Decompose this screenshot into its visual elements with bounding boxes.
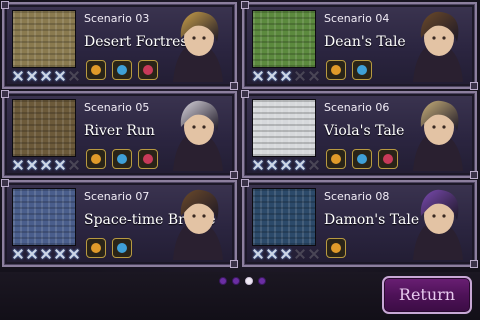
- map-thumbnail: [252, 10, 316, 68]
- return-button[interactable]: Return: [382, 276, 472, 314]
- sword-icon: [266, 70, 279, 82]
- ice-medal-icon: [112, 238, 132, 258]
- medal-row: [326, 60, 372, 80]
- sword-icon: [280, 159, 293, 171]
- sword-icon: [252, 248, 265, 260]
- sword-icon: [266, 248, 279, 260]
- ice-medal-icon: [352, 149, 372, 169]
- map-thumbnail: [12, 188, 76, 246]
- fire-medal-icon: [86, 238, 106, 258]
- sword-icon: [54, 159, 67, 171]
- sword-icon: [26, 70, 39, 82]
- character-portrait: [173, 100, 223, 171]
- magic-medal-icon: [138, 60, 158, 80]
- ice-medal-icon: [112, 149, 132, 169]
- magic-medal-icon: [378, 149, 398, 169]
- sword-icon: [40, 70, 53, 82]
- sword-icon: [294, 70, 307, 82]
- scenario-number: Scenario 04: [324, 12, 390, 25]
- scenario-card[interactable]: Scenario 04 Dean's Tale: [241, 1, 478, 90]
- medal-row: [86, 149, 158, 169]
- medal-row: [326, 149, 398, 169]
- scenario-select-screen: Scenario 03 Desert Fortress Scenario 04 …: [0, 0, 480, 320]
- character-portrait: [413, 189, 463, 260]
- map-thumbnail: [12, 99, 76, 157]
- map-thumbnail: [252, 99, 316, 157]
- medal-row: [86, 60, 158, 80]
- map-thumbnail: [252, 188, 316, 246]
- sword-icon: [280, 248, 293, 260]
- page-dot[interactable]: [232, 277, 240, 285]
- fire-medal-icon: [326, 149, 346, 169]
- scenario-card[interactable]: Scenario 06 Viola's Tale: [241, 90, 478, 179]
- character-portrait: [413, 100, 463, 171]
- sword-icon: [40, 159, 53, 171]
- fire-medal-icon: [326, 60, 346, 80]
- ice-medal-icon: [112, 60, 132, 80]
- fire-medal-icon: [86, 149, 106, 169]
- scenario-grid: Scenario 03 Desert Fortress Scenario 04 …: [1, 1, 478, 270]
- fire-medal-icon: [86, 60, 106, 80]
- scenario-number: Scenario 07: [84, 190, 150, 203]
- medal-row: [86, 238, 132, 258]
- ice-medal-icon: [352, 60, 372, 80]
- scenario-title: Dean's Tale: [324, 34, 406, 50]
- sword-icon: [12, 159, 25, 171]
- sword-icon: [68, 70, 81, 82]
- fire-medal-icon: [326, 238, 346, 258]
- sword-icon: [54, 248, 67, 260]
- character-portrait: [173, 189, 223, 260]
- sword-icon: [54, 70, 67, 82]
- sword-icon: [252, 159, 265, 171]
- scenario-card[interactable]: Scenario 07 Space-time Bridge: [1, 179, 238, 268]
- sword-icon: [26, 248, 39, 260]
- sword-icon: [308, 248, 321, 260]
- character-portrait: [413, 11, 463, 82]
- page-indicator: [219, 277, 266, 285]
- difficulty-swords: [252, 248, 321, 260]
- sword-icon: [294, 248, 307, 260]
- scenario-number: Scenario 05: [84, 101, 150, 114]
- scenario-card[interactable]: Scenario 08 Damon's Tale: [241, 179, 478, 268]
- scenario-card[interactable]: Scenario 05 River Run: [1, 90, 238, 179]
- character-portrait: [173, 11, 223, 82]
- sword-icon: [252, 70, 265, 82]
- map-thumbnail: [12, 10, 76, 68]
- sword-icon: [12, 70, 25, 82]
- medal-row: [326, 238, 346, 258]
- difficulty-swords: [12, 159, 81, 171]
- scenario-number: Scenario 08: [324, 190, 390, 203]
- sword-icon: [68, 159, 81, 171]
- sword-icon: [308, 70, 321, 82]
- sword-icon: [68, 248, 81, 260]
- scenario-number: Scenario 06: [324, 101, 390, 114]
- sword-icon: [12, 248, 25, 260]
- scenario-card[interactable]: Scenario 03 Desert Fortress: [1, 1, 238, 90]
- difficulty-swords: [12, 248, 81, 260]
- sword-icon: [40, 248, 53, 260]
- sword-icon: [294, 159, 307, 171]
- difficulty-swords: [252, 159, 321, 171]
- page-dot[interactable]: [258, 277, 266, 285]
- page-dot[interactable]: [219, 277, 227, 285]
- scenario-number: Scenario 03: [84, 12, 150, 25]
- scenario-title: River Run: [84, 123, 155, 139]
- magic-medal-icon: [138, 149, 158, 169]
- page-dot[interactable]: [245, 277, 253, 285]
- scenario-title: Viola's Tale: [324, 123, 405, 139]
- sword-icon: [266, 159, 279, 171]
- sword-icon: [26, 159, 39, 171]
- sword-icon: [280, 70, 293, 82]
- sword-icon: [308, 159, 321, 171]
- difficulty-swords: [12, 70, 81, 82]
- difficulty-swords: [252, 70, 321, 82]
